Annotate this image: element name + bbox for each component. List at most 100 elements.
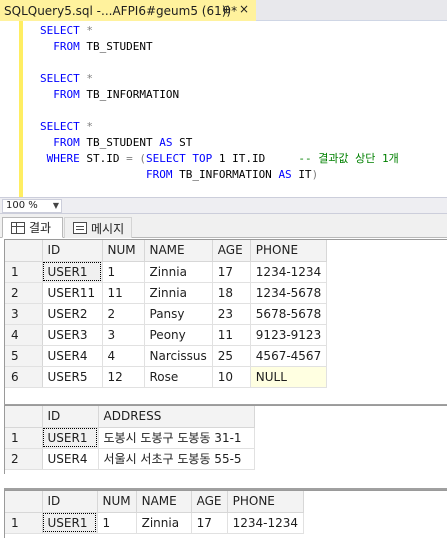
code-line[interactable]: WHERE ST.ID = (SELECT TOP 1 IT.ID -- 결과값… (40, 151, 399, 167)
pin-icon[interactable]: ⊕ (222, 3, 231, 16)
tab-results[interactable]: 결과 (2, 217, 63, 238)
grid-cell[interactable]: 17 (212, 261, 251, 283)
column-header-age[interactable]: AGE (191, 491, 228, 513)
column-header-name[interactable]: NAME (136, 491, 192, 513)
grid-cell[interactable]: 1234-1234 (250, 261, 328, 283)
code-token: IT.ID (232, 152, 299, 165)
grid-cell[interactable]: 서울시 서초구 도봉동 55-5 (98, 448, 255, 470)
grid-cell[interactable]: 1 (102, 261, 145, 283)
table-row[interactable]: 2 USER4 서울시 서초구 도봉동 55-5 (5, 448, 255, 470)
grid-cell[interactable]: Narcissus (144, 345, 213, 367)
code-line[interactable]: SELECT * (40, 119, 399, 135)
zoom-value: 100 % (6, 200, 38, 211)
grid-cell[interactable]: Zinnia (144, 282, 213, 304)
grid-cell[interactable]: 3 (102, 324, 145, 346)
table-row[interactable]: 3 USER2 2 Pansy 23 5678-5678 (5, 303, 328, 325)
query-editor[interactable]: SELECT * FROM TB_STUDENT SELECT * FROM TB… (0, 21, 447, 197)
row-number[interactable]: 2 (5, 282, 43, 304)
column-header-num[interactable]: NUM (102, 240, 145, 262)
table-row[interactable]: 1 USER1 1 Zinnia 17 1234-1234 (5, 261, 328, 283)
grid-cell[interactable]: Peony (144, 324, 213, 346)
grid-cell[interactable]: 도봉시 도봉구 도봉동 31-1 (98, 427, 255, 449)
grid-cell[interactable]: 2 (102, 303, 145, 325)
grid-cell[interactable]: USER1 (42, 261, 103, 283)
grid-cell[interactable]: 1 (97, 512, 137, 534)
grid-cell[interactable]: Zinnia (144, 261, 213, 283)
grid-cell[interactable]: USER3 (42, 324, 103, 346)
grid-cell[interactable]: Pansy (144, 303, 213, 325)
result-grid-3[interactable]: ID NUM NAME AGE PHONE 1 USER1 1 Zinnia 17 1234-123… (4, 490, 447, 538)
code-token: 1 (218, 152, 233, 165)
code-line[interactable] (40, 103, 399, 119)
grid-cell[interactable]: 18 (212, 282, 251, 304)
row-number[interactable]: 2 (5, 448, 43, 470)
header-row: ID NUM NAME AGE PHONE (5, 491, 305, 513)
grid-cell[interactable]: 25 (212, 345, 251, 367)
grid-cell[interactable]: 10 (212, 366, 251, 388)
document-tab[interactable]: SQLQuery5.sql -...AFPI6#geum5 (61))* ⊕ × (0, 0, 256, 21)
grid-cell[interactable]: 11 (212, 324, 251, 346)
grid-cell[interactable]: 5678-5678 (250, 303, 328, 325)
row-number[interactable]: 4 (5, 324, 43, 346)
grid-cell[interactable]: NULL (250, 366, 328, 388)
table-row[interactable]: 1 USER1 1 Zinnia 17 1234-1234 (5, 512, 305, 534)
grid-cell[interactable]: 4567-4567 (250, 345, 328, 367)
grid-cell[interactable]: USER11 (42, 282, 103, 304)
zoom-select[interactable]: 100 % ▼ (2, 199, 62, 213)
grid-cell[interactable]: USER5 (42, 366, 103, 388)
column-header-name[interactable]: NAME (144, 240, 213, 262)
row-number[interactable]: 6 (5, 366, 43, 388)
grid-cell[interactable]: USER1 (42, 512, 98, 534)
row-number[interactable]: 1 (5, 261, 43, 283)
grid-cell[interactable]: 1234-5678 (250, 282, 328, 304)
column-header-id[interactable]: ID (42, 406, 99, 428)
code-line[interactable]: FROM TB_STUDENT (40, 39, 399, 55)
grid-cell[interactable]: USER2 (42, 303, 103, 325)
table-row[interactable]: 5 USER4 4 Narcissus 25 4567-4567 (5, 345, 328, 367)
table-row[interactable]: 2 USER11 11 Zinnia 18 1234-5678 (5, 282, 328, 304)
grid-cell[interactable]: 17 (191, 512, 228, 534)
tab-messages[interactable]: 메시지 (64, 217, 132, 238)
code-keyword: SELECT (40, 120, 87, 133)
column-header-phone[interactable]: PHONE (227, 491, 305, 513)
grid-cell[interactable]: 12 (102, 366, 145, 388)
grid-corner[interactable] (5, 406, 43, 428)
grid-cell[interactable]: Rose (144, 366, 213, 388)
sql-code[interactable]: SELECT * FROM TB_STUDENT SELECT * FROM TB… (40, 23, 399, 183)
grid-cell[interactable]: USER4 (42, 345, 103, 367)
grid-cell[interactable]: 1234-1234 (227, 512, 305, 534)
grid-corner[interactable] (5, 240, 43, 262)
row-number[interactable]: 1 (5, 512, 43, 534)
row-number[interactable]: 5 (5, 345, 43, 367)
code-line[interactable]: SELECT * (40, 71, 399, 87)
row-number[interactable]: 3 (5, 303, 43, 325)
table-row[interactable]: 4 USER3 3 Peony 11 9123-9123 (5, 324, 328, 346)
column-header-id[interactable]: ID (42, 240, 103, 262)
grid-cell[interactable]: 23 (212, 303, 251, 325)
grid-cell[interactable]: 9123-9123 (250, 324, 328, 346)
code-line[interactable]: FROM TB_INFORMATION (40, 87, 399, 103)
grid-cell[interactable]: USER4 (42, 448, 99, 470)
grid-cell[interactable]: 4 (102, 345, 145, 367)
column-header-phone[interactable]: PHONE (250, 240, 328, 262)
column-header-address[interactable]: ADDRESS (98, 406, 255, 428)
code-keyword: SELECT TOP (145, 152, 219, 165)
column-header-num[interactable]: NUM (97, 491, 137, 513)
code-token: ) (311, 168, 319, 181)
result-grid-2[interactable]: ID ADDRESS 1 USER1 도봉시 도봉구 도봉동 31-1 2 USER4 서울시… (4, 405, 447, 474)
result-grid-1[interactable]: ID NUM NAME AGE PHONE 1 USER1 1 Zinnia 17 1234-123… (4, 239, 447, 404)
grid-cell[interactable]: USER1 (42, 427, 99, 449)
code-line[interactable]: FROM TB_INFORMATION AS IT) (40, 167, 399, 183)
table-row[interactable]: 6 USER5 12 Rose 10 NULL (5, 366, 328, 388)
code-line[interactable]: FROM TB_STUDENT AS ST (40, 135, 399, 151)
row-number[interactable]: 1 (5, 427, 43, 449)
code-line[interactable] (40, 55, 399, 71)
close-icon[interactable]: × (239, 2, 249, 16)
grid-cell[interactable]: 11 (102, 282, 145, 304)
table-row[interactable]: 1 USER1 도봉시 도봉구 도봉동 31-1 (5, 427, 255, 449)
column-header-id[interactable]: ID (42, 491, 98, 513)
code-line[interactable]: SELECT * (40, 23, 399, 39)
grid-cell[interactable]: Zinnia (136, 512, 192, 534)
column-header-age[interactable]: AGE (212, 240, 251, 262)
grid-corner[interactable] (5, 491, 43, 513)
